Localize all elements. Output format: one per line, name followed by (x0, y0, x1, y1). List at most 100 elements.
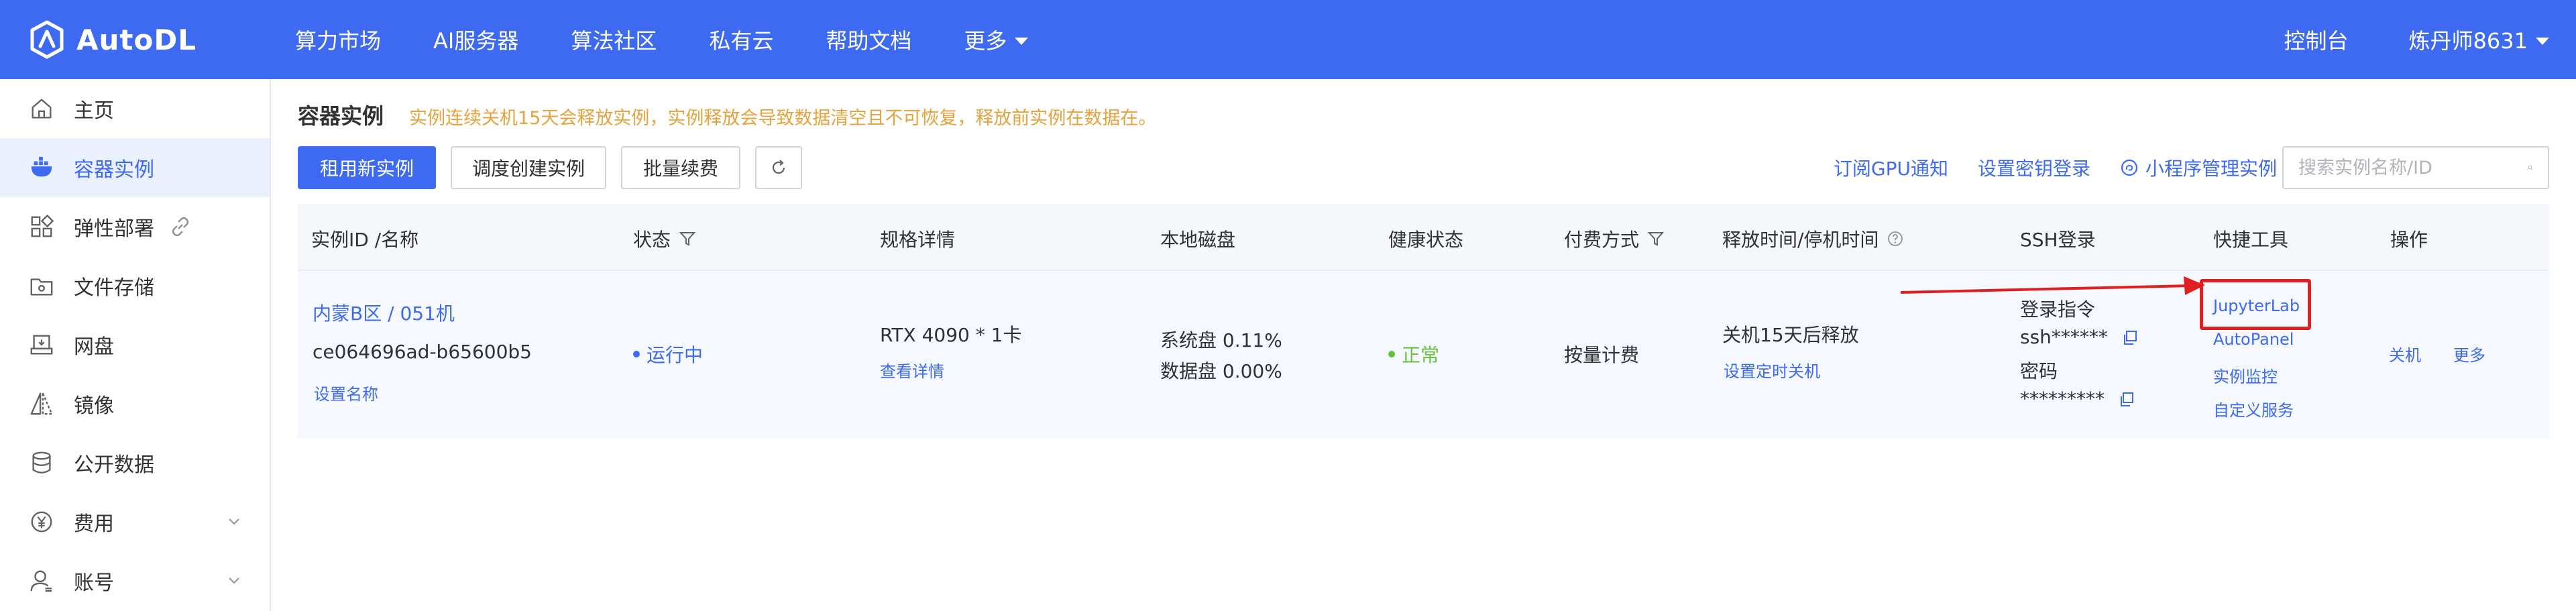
user-name: 炼丹师8631 (2408, 28, 2528, 54)
status-dot-icon (633, 351, 640, 357)
subscribe-gpu-link[interactable]: 订阅GPU通知 (1834, 154, 1948, 181)
main-content: 容器实例 实例连续关机15天会释放实例，实例释放会导致数据清空且不可恢复，释放前… (271, 79, 2576, 611)
sidebar-item-billing[interactable]: 费用 (0, 492, 270, 551)
copy-icon[interactable] (2118, 391, 2135, 408)
sidebar-item-elastic-deploy[interactable]: 弹性部署 (0, 197, 270, 256)
header-release-label: 释放时间/停机时间 (1722, 229, 1879, 251)
instance-monitor-link[interactable]: 实例监控 (2213, 364, 2278, 387)
sidebar-item-label: 弹性部署 (74, 217, 154, 241)
sidebar-item-home[interactable]: 主页 (0, 79, 270, 138)
mini-program-icon (2121, 159, 2138, 176)
sidebar-item-label: 公开数据 (74, 453, 154, 477)
shutdown-button[interactable]: 关机 (2389, 342, 2421, 366)
brand-logo[interactable]: AutoDL (27, 19, 197, 60)
nav-more-label: 更多 (964, 28, 1007, 54)
page-title: 容器实例 (298, 103, 384, 129)
table-row: 内蒙B区 / 051机 ce064696ad-b65600b5 设置名称 运行中… (298, 271, 2549, 439)
release-notice: 实例连续关机15天会释放实例，实例释放会导致数据清空且不可恢复，释放前实例在数据… (409, 108, 1157, 129)
chevron-down-icon (229, 577, 239, 584)
set-timer-shutdown-link[interactable]: 设置定时关机 (1724, 358, 1820, 382)
user-menu[interactable]: 炼丹师8631 (2409, 24, 2549, 55)
set-name-link[interactable]: 设置名称 (314, 381, 378, 404)
annotation-highlight-box (2200, 279, 2311, 330)
grid-icon (28, 213, 55, 240)
instance-status: 运行中 (633, 341, 703, 368)
password: ********* (2020, 388, 2135, 410)
sidebar-item-containers[interactable]: 容器实例 (0, 138, 270, 197)
ssh-command-value: ssh****** (2020, 326, 2108, 348)
table-header: 实例ID /名称 状态 规格详情 本地磁盘 健康状态 付费方式 释放时间/停机时… (298, 204, 2549, 271)
header-ssh: SSH登录 (2020, 229, 2096, 251)
header-ops: 操作 (2390, 229, 2428, 251)
nav-item-algorithm-community[interactable]: 算法社区 (571, 24, 657, 55)
gpu-spec: RTX 4090 * 1卡 (880, 324, 1022, 346)
sidebar-item-label: 主页 (74, 99, 114, 123)
sidebar: 主页 容器实例 弹性部署 文件存储 网盘 镜像 公开数据 费用 账号 (0, 79, 271, 611)
header-release: 释放时间/停机时间 (1722, 225, 1904, 252)
filter-icon[interactable] (1647, 230, 1665, 247)
folder-icon (28, 272, 55, 299)
nav-item-ai-server[interactable]: AI服务器 (433, 24, 518, 55)
caret-down-icon (2536, 37, 2549, 45)
refresh-button[interactable] (755, 146, 802, 189)
nav-item-private-cloud[interactable]: 私有云 (709, 24, 773, 55)
nav-item-compute-market[interactable]: 算力市场 (295, 24, 381, 55)
header-spec: 规格详情 (880, 229, 956, 251)
brand-name: AutoDL (76, 23, 197, 56)
release-policy: 关机15天后释放 (1722, 324, 1859, 346)
instance-status-label: 运行中 (647, 344, 704, 366)
health-status: 正常 (1388, 341, 1439, 368)
console-link[interactable]: 控制台 (2284, 24, 2349, 55)
header-health: 健康状态 (1388, 229, 1464, 251)
sidebar-item-label: 容器实例 (74, 158, 154, 182)
sidebar-item-public-data[interactable]: 公开数据 (0, 433, 270, 492)
search-icon[interactable] (2528, 158, 2533, 177)
sidebar-item-label: 镜像 (74, 394, 114, 418)
data-disk-usage: 数据盘 0.00% (1160, 360, 1282, 382)
instance-table: 实例ID /名称 状态 规格详情 本地磁盘 健康状态 付费方式 释放时间/停机时… (298, 204, 2549, 439)
billing-type: 按量计费 (1564, 344, 1640, 366)
mini-program-link[interactable]: 小程序管理实例 (2120, 154, 2277, 181)
database-icon (28, 449, 55, 476)
sidebar-item-label: 网盘 (74, 335, 114, 359)
header-tools: 快捷工具 (2213, 229, 2289, 251)
system-disk-usage: 系统盘 0.11% (1160, 329, 1282, 351)
header-status[interactable]: 状态 (633, 225, 696, 252)
ssh-command-label: 登录指令 (2020, 298, 2096, 321)
batch-renew-button[interactable]: 批量续费 (621, 146, 740, 189)
nav-item-more[interactable]: 更多 (964, 24, 1029, 55)
spec-detail-link[interactable]: 查看详情 (880, 358, 944, 382)
instance-search-input[interactable] (2298, 157, 2528, 178)
chevron-down-icon (229, 518, 239, 525)
nav-item-help-docs[interactable]: 帮助文档 (826, 24, 911, 55)
schedule-create-instance-button[interactable]: 调度创建实例 (451, 146, 606, 189)
header-billing[interactable]: 付费方式 (1564, 225, 1665, 252)
custom-service-link[interactable]: 自定义服务 (2213, 397, 2294, 421)
main-nav: 算力市场 AI服务器 算法社区 私有云 帮助文档 更多 (295, 0, 1080, 79)
help-icon[interactable] (1887, 230, 1904, 247)
sidebar-item-label: 账号 (74, 571, 114, 595)
autopanel-link[interactable]: AutoPanel (2213, 330, 2294, 349)
header-status-label: 状态 (633, 229, 671, 251)
sidebar-item-label: 文件存储 (74, 276, 154, 300)
instance-region-link[interactable]: 内蒙B区 / 051机 (313, 299, 455, 326)
filter-icon[interactable] (679, 230, 696, 247)
top-navbar: AutoDL 算力市场 AI服务器 算法社区 私有云 帮助文档 更多 控制台 炼… (0, 0, 2576, 79)
mirror-icon (28, 390, 55, 417)
autodl-logo-icon (30, 20, 64, 59)
rent-new-instance-button[interactable]: 租用新实例 (298, 146, 436, 189)
sidebar-item-file-storage[interactable]: 文件存储 (0, 256, 270, 315)
sidebar-item-images[interactable]: 镜像 (0, 374, 270, 433)
sidebar-item-account[interactable]: 账号 (0, 551, 270, 610)
set-key-login-link[interactable]: 设置密钥登录 (1978, 154, 2090, 181)
mini-program-label: 小程序管理实例 (2145, 158, 2277, 180)
drive-icon (28, 331, 55, 358)
sidebar-item-netdisk[interactable]: 网盘 (0, 315, 270, 374)
health-dot-icon (1388, 351, 1395, 357)
nav-right: 控制台 炼丹师8631 (2284, 0, 2549, 79)
ssh-command: ssh****** (2020, 326, 2139, 348)
more-ops-button[interactable]: 更多 (2453, 342, 2485, 366)
refresh-icon (772, 160, 785, 174)
instance-id: ce064696ad-b65600b5 (313, 341, 532, 363)
copy-icon[interactable] (2121, 329, 2139, 347)
